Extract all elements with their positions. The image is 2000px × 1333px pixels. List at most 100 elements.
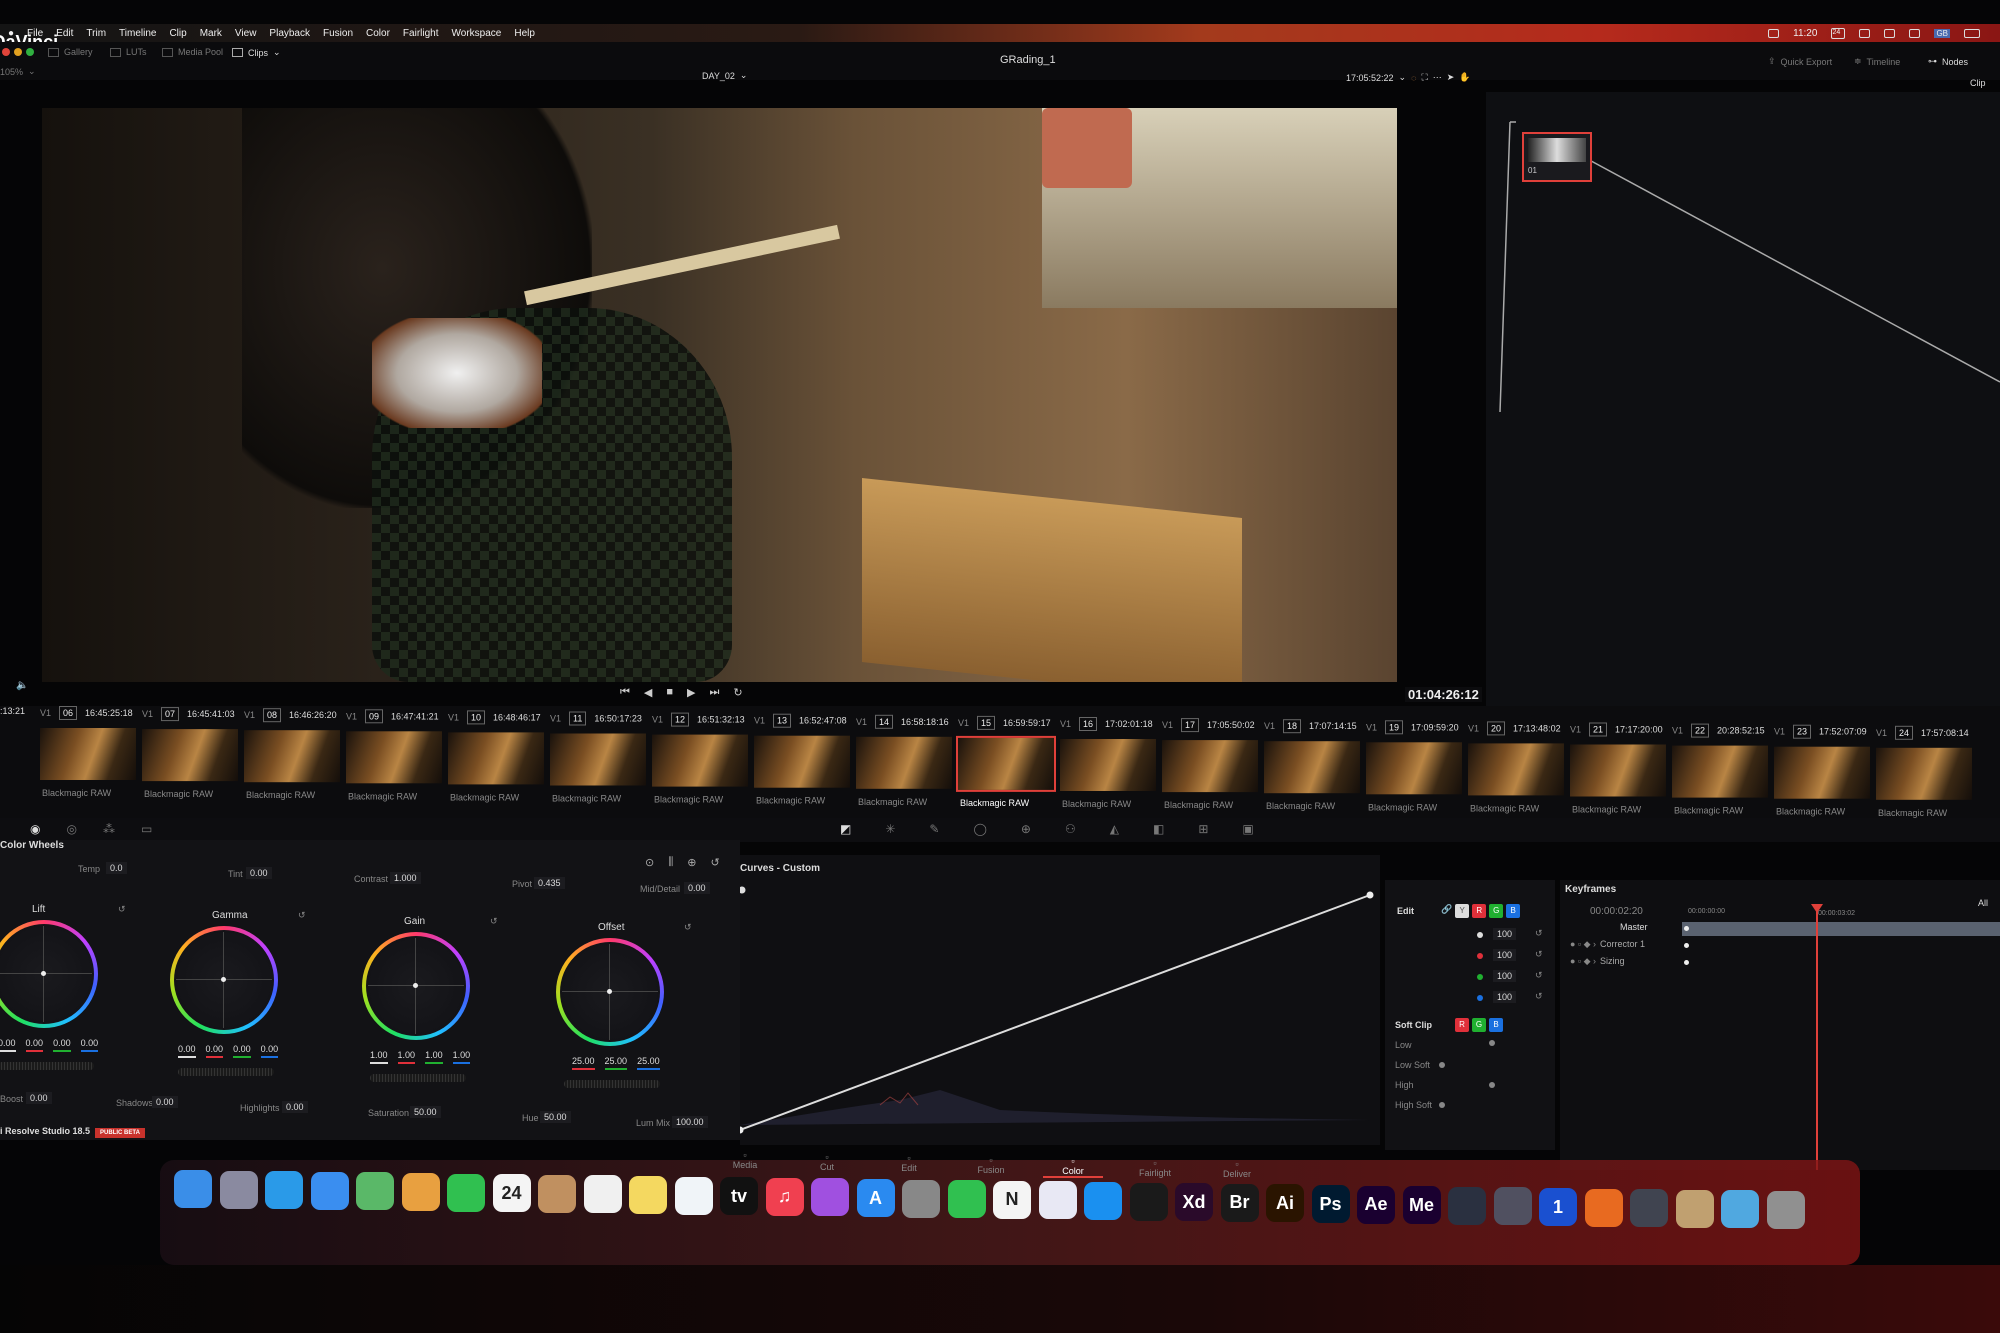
reminders-icon[interactable] [583, 1175, 622, 1214]
keyboard-layout[interactable]: GB [1934, 28, 1950, 38]
softclip-r-button[interactable]: R [1455, 1018, 1469, 1032]
lift-puck[interactable] [41, 971, 46, 976]
menu-workspace[interactable]: Workspace [452, 28, 502, 39]
clip-thumbnail-13[interactable]: V1 13 16:52:47:08 Blackmagic RAW [754, 713, 854, 824]
davinci-resolve-icon[interactable] [1448, 1186, 1486, 1225]
contrast-field[interactable]: 1.000 [390, 872, 421, 884]
page-tab-fusion[interactable]: ▫ Fusion [961, 1155, 1021, 1175]
clip-thumbnail-07[interactable]: V1 07 16:45:41:03 Blackmagic RAW [142, 707, 242, 817]
clip-thumbnail-20[interactable]: V1 20 17:13:48:02 Blackmagic RAW [1468, 721, 1568, 831]
pointer-icon[interactable]: ➤ [1447, 72, 1455, 83]
skip-to-start-button[interactable]: ⏮ [620, 686, 630, 699]
archive-icon[interactable] [1675, 1189, 1714, 1228]
calendar-icon[interactable]: 24 [1831, 27, 1846, 39]
gallery-button[interactable]: Gallery [48, 47, 93, 57]
quicktime-icon[interactable] [1630, 1189, 1668, 1228]
keyframe-dot[interactable] [1684, 943, 1689, 948]
xd-icon[interactable]: Xd [1175, 1183, 1213, 1222]
source-timecode[interactable]: 17:05:52:22 ⌄ ◌ ⛶ ⋯ ➤ ✋ [1346, 72, 1471, 83]
clip-thumbnail-11[interactable]: V1 11 16:50:17:23 Blackmagic RAW [550, 711, 650, 822]
offset-value[interactable]: 25.00 [637, 1056, 660, 1070]
media-encoder-icon[interactable]: Me [1402, 1186, 1441, 1225]
notion-icon[interactable]: N [993, 1180, 1031, 1219]
playhead-marker[interactable] [1811, 904, 1823, 913]
boost-field[interactable]: 0.00 [26, 1092, 52, 1104]
close-window-button[interactable] [2, 48, 10, 56]
warper-icon[interactable]: ✳ [885, 822, 895, 836]
qualifier-icon[interactable]: ✎ [929, 822, 939, 836]
more-icon[interactable]: ⋯ [1433, 72, 1442, 83]
lift-value[interactable]: 0.00 [80, 1038, 99, 1052]
expand-chevron-icon[interactable]: ● ▫ ◆ › [1570, 956, 1596, 967]
creative-cloud-icon[interactable] [1768, 28, 1780, 38]
play-reverse-button[interactable]: ◀ [644, 686, 652, 699]
gain-value[interactable]: 1.00 [370, 1050, 388, 1064]
color-wheels-palette-icon[interactable]: ◉ [30, 822, 40, 836]
mail-icon[interactable] [310, 1171, 349, 1210]
firefox-icon[interactable] [1584, 1188, 1623, 1227]
timeline-dropdown[interactable]: DAY_02 ⌄ [702, 70, 747, 81]
photoshop-icon[interactable]: Ps [1311, 1185, 1350, 1223]
gain-value[interactable]: 1.00 [452, 1050, 471, 1064]
reset-gamma-icon[interactable]: ↺ [298, 910, 306, 921]
3d-icon[interactable]: ▣ [1242, 822, 1253, 836]
keyframe-dot[interactable] [1684, 960, 1689, 965]
gamma-master-wheel[interactable] [178, 1068, 274, 1076]
low-soft-slider[interactable] [1439, 1062, 1445, 1068]
offset-value[interactable]: 25.00 [604, 1056, 628, 1070]
channel-dot[interactable] [1477, 995, 1483, 1001]
volume-icon[interactable] [1884, 28, 1896, 38]
master-track-bar[interactable] [1682, 922, 2000, 936]
rgb-mixer-icon[interactable]: ▭ [141, 822, 152, 836]
audio-icon[interactable]: 🔈 [16, 680, 28, 691]
play-button[interactable]: ▶ [687, 686, 695, 699]
downloads-folder-icon[interactable] [1721, 1190, 1759, 1229]
battery-icon[interactable] [1964, 28, 1980, 38]
dropbox-icon[interactable] [1859, 28, 1871, 38]
offset-puck[interactable] [607, 989, 612, 994]
video-viewer[interactable] [42, 108, 1397, 682]
blur-icon[interactable]: ◭ [1110, 822, 1119, 836]
lift-wheel[interactable] [0, 920, 98, 1028]
reset-gain-icon[interactable]: ↺ [490, 916, 498, 927]
bars-mode-icon[interactable]: ⫼ [668, 856, 673, 869]
node-mode-dropdown[interactable]: Clip [1970, 78, 1986, 88]
page-tab-deliver[interactable]: ▫ Deliver [1207, 1159, 1267, 1179]
photos-icon[interactable] [401, 1173, 440, 1211]
menu-mark[interactable]: Mark [200, 28, 222, 39]
channel-b-value[interactable]: 100 [1493, 991, 1517, 1003]
gamma-wheel[interactable] [170, 926, 278, 1034]
offset-master-wheel[interactable] [564, 1080, 660, 1088]
primaries-bars-icon[interactable]: ◎ [66, 822, 76, 836]
gamma-value[interactable]: 0.00 [260, 1044, 279, 1058]
menu-view[interactable]: View [235, 28, 257, 39]
after-effects-icon[interactable]: Ae [1357, 1185, 1395, 1224]
reset-lift-icon[interactable]: ↺ [118, 904, 126, 915]
keyframe-track-master[interactable]: Master [1620, 922, 1648, 932]
clip-thumbnail-21[interactable]: V1 21 17:17:20:00 Blackmagic RAW [1570, 722, 1670, 833]
menu-color[interactable]: Color [366, 28, 390, 39]
node-editor[interactable]: 01 [1486, 92, 2000, 732]
channel-r-value[interactable]: 100 [1493, 949, 1517, 961]
obsidian-icon[interactable] [1038, 1181, 1077, 1220]
hand-icon[interactable]: ✋ [1459, 72, 1470, 83]
clip-thumbnail-06[interactable]: V1 06 16:45:25:18 Blackmagic RAW [40, 706, 140, 816]
timeline-button[interactable]: ≑ Timeline [1854, 56, 1900, 67]
notes-icon[interactable] [629, 1176, 667, 1214]
luts-button[interactable]: LUTs [110, 47, 147, 57]
gain-value[interactable]: 1.00 [397, 1050, 416, 1064]
softclip-b-button[interactable]: B [1489, 1018, 1503, 1032]
reset-icon[interactable]: ↺ [1535, 928, 1543, 939]
keyframe-track-sizing[interactable]: Sizing [1600, 956, 1625, 966]
safari-icon[interactable] [265, 1171, 303, 1210]
trash-icon[interactable] [1766, 1191, 1805, 1229]
window-icon[interactable]: ◯ [973, 822, 986, 836]
pivot-field[interactable]: 0.435 [534, 877, 565, 889]
link-icon[interactable]: 🔗 [1441, 904, 1452, 918]
lift-value[interactable]: 0.00 [0, 1038, 16, 1052]
hdr-icon[interactable]: ⁂ [103, 822, 115, 836]
loop-button[interactable]: ↻ [733, 686, 742, 699]
page-tab-media[interactable]: ▫ Media [715, 1150, 775, 1170]
hue-field[interactable]: 50.00 [540, 1111, 571, 1123]
fullscreen-icon[interactable]: ⛶ [1421, 72, 1427, 83]
